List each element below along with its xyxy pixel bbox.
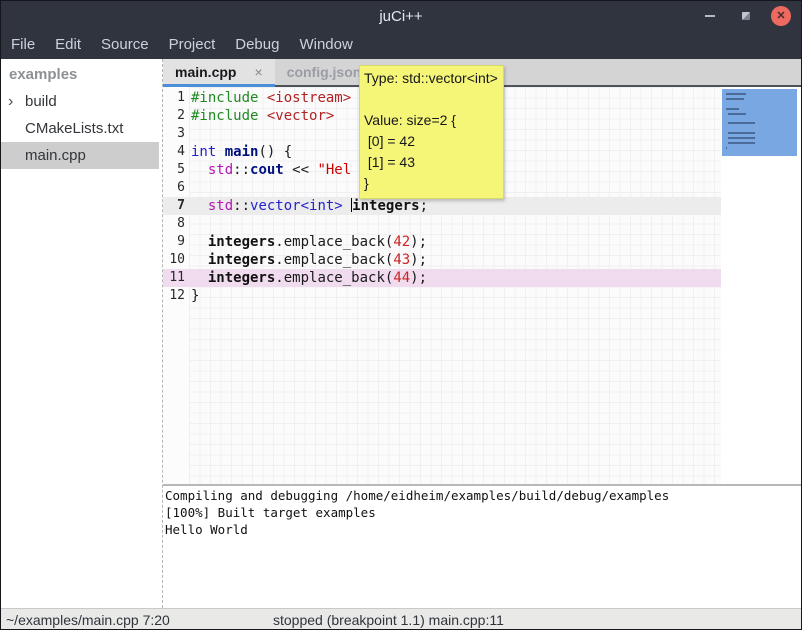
code-text: int main() {: [191, 143, 292, 161]
line-number[interactable]: 4: [163, 143, 185, 161]
tooltip-line: Type: std::vector<int>: [364, 68, 498, 89]
code-text: integers.emplace_back(43);: [191, 251, 427, 269]
line-number[interactable]: 7: [163, 197, 185, 215]
tooltip-line: [1] = 43: [364, 152, 498, 173]
line-number[interactable]: 11: [163, 269, 185, 287]
code-text: std::cout << "Hel: [191, 161, 351, 179]
menu-item-edit[interactable]: Edit: [45, 31, 91, 59]
code-text: }: [191, 287, 199, 305]
tab-main-cpp[interactable]: main.cpp ×: [163, 59, 275, 87]
titlebar[interactable]: juCi++ ✕: [1, 1, 801, 31]
line-number[interactable]: 9: [163, 233, 185, 251]
code-line[interactable]: 9 integers.emplace_back(42);: [163, 233, 721, 251]
file-tree-panel: examples › build CMakeLists.txt main.cpp: [1, 59, 159, 608]
code-text: integers.emplace_back(42);: [191, 233, 427, 251]
debug-value-tooltip: Type: std::vector<int>Value: size=2 { [0…: [359, 65, 504, 199]
tooltip-line: }: [364, 173, 498, 194]
line-number[interactable]: 10: [163, 251, 185, 269]
menu-item-file[interactable]: File: [1, 31, 45, 59]
window-title: juCi++: [379, 8, 422, 25]
code-line[interactable]: 12}: [163, 287, 721, 305]
status-debug-state: stopped (breakpoint 1.1) main.cpp:11: [273, 609, 504, 630]
sidebar-item-label: build: [25, 93, 57, 110]
tab-close-icon[interactable]: ×: [254, 64, 262, 80]
tooltip-line: [364, 89, 498, 110]
menu-item-window[interactable]: Window: [289, 31, 362, 59]
minimize-button[interactable]: [699, 5, 721, 27]
code-text: #include <vector>: [191, 107, 334, 125]
menubar: FileEditSourceProjectDebugWindow: [1, 31, 801, 59]
sidebar-item-label: CMakeLists.txt: [25, 120, 123, 137]
code-text: integers.emplace_back(44);: [191, 269, 427, 287]
close-button[interactable]: ✕: [771, 6, 791, 26]
line-number[interactable]: 5: [163, 161, 185, 179]
line-number[interactable]: 3: [163, 125, 185, 143]
project-name: examples: [1, 59, 159, 88]
window-buttons: ✕: [699, 1, 791, 31]
output-line: Compiling and debugging /home/eidheim/ex…: [165, 487, 801, 504]
code-line[interactable]: 11 integers.emplace_back(44);: [163, 269, 721, 287]
line-number[interactable]: 12: [163, 287, 185, 305]
code-line[interactable]: 7 std::vector<int> integers;: [163, 197, 721, 215]
menu-item-debug[interactable]: Debug: [225, 31, 289, 59]
menu-item-source[interactable]: Source: [91, 31, 159, 59]
menu-item-project[interactable]: Project: [159, 31, 226, 59]
line-number[interactable]: 6: [163, 179, 185, 197]
status-file-position: ~/examples/main.cpp 7:20: [6, 612, 170, 628]
output-line: [100%] Built target examples: [165, 504, 801, 521]
tab-label: main.cpp: [175, 64, 236, 80]
code-line[interactable]: 10 integers.emplace_back(43);: [163, 251, 721, 269]
restore-button[interactable]: [735, 5, 757, 27]
line-number[interactable]: 8: [163, 215, 185, 233]
output-panel[interactable]: Compiling and debugging /home/eidheim/ex…: [163, 486, 801, 608]
app-window: juCi++ ✕ FileEditSourceProjectDebugWindo…: [0, 0, 802, 630]
sidebar-item-label: main.cpp: [25, 147, 86, 164]
sidebar-item-cmakelists-txt[interactable]: CMakeLists.txt: [1, 115, 159, 142]
output-line: Hello World: [165, 521, 801, 538]
status-bar: ~/examples/main.cpp 7:20 stopped (breakp…: [1, 608, 801, 630]
code-text: #include <iostream>: [191, 89, 351, 107]
minimize-icon: [705, 15, 715, 17]
sidebar-item-build[interactable]: › build: [1, 88, 159, 115]
code-text: std::vector<int> integers;: [191, 197, 428, 215]
expander-icon[interactable]: ›: [8, 88, 13, 115]
tooltip-line: Value: size=2 {: [364, 110, 498, 131]
line-number[interactable]: 2: [163, 107, 185, 125]
line-number[interactable]: 1: [163, 89, 185, 107]
tab-label: config.json: [287, 64, 362, 80]
code-line[interactable]: 8: [163, 215, 721, 233]
tooltip-line: [0] = 42: [364, 131, 498, 152]
close-icon: ✕: [776, 11, 785, 22]
file-tree: › build CMakeLists.txt main.cpp: [1, 88, 159, 169]
sidebar-item-main-cpp[interactable]: main.cpp: [1, 142, 159, 169]
restore-icon: [742, 12, 750, 20]
